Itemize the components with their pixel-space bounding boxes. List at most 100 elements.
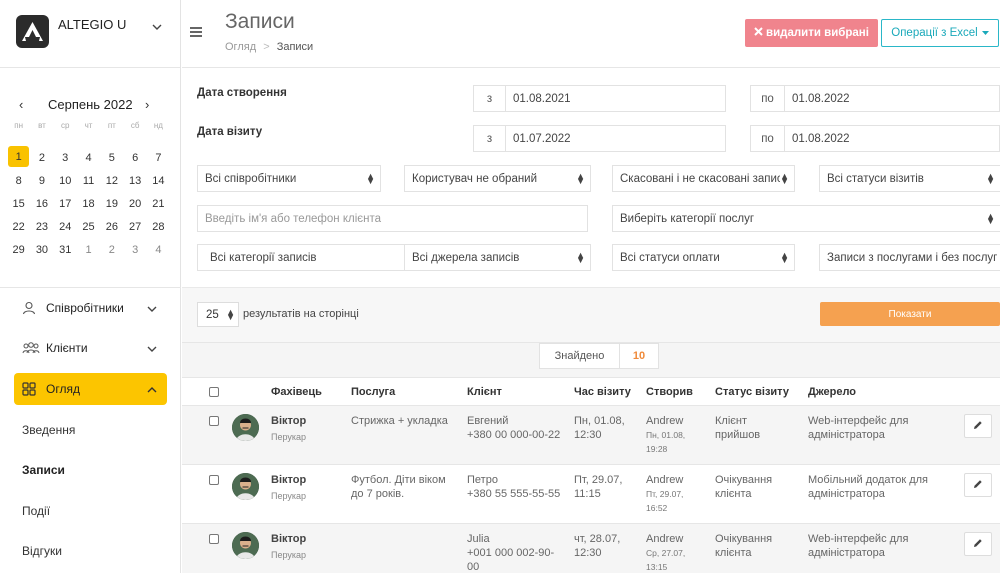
record-sources-select[interactable]: Всі джерела записів ▲ ▼ bbox=[404, 244, 591, 271]
calendar-day[interactable]: 30 bbox=[30, 238, 53, 261]
edit-button[interactable] bbox=[964, 473, 992, 497]
calendar-day[interactable]: 31 bbox=[54, 238, 77, 261]
calendar-header: ‹ Серпень 2022 › bbox=[0, 97, 181, 113]
calendar-day[interactable]: 14 bbox=[147, 169, 170, 192]
calendar-day[interactable]: 11 bbox=[77, 169, 100, 192]
client-name[interactable]: Julia bbox=[467, 532, 490, 546]
calendar-day[interactable]: 19 bbox=[100, 192, 123, 215]
specialist-name[interactable]: Віктор bbox=[271, 473, 306, 487]
calendar-day[interactable]: 1 bbox=[8, 146, 30, 167]
calendar-day[interactable]: 26 bbox=[100, 215, 123, 238]
calendar-day[interactable]: 12 bbox=[100, 169, 123, 192]
calendar-day[interactable]: 2 bbox=[100, 238, 123, 261]
calendar-day[interactable]: 7 bbox=[147, 146, 170, 169]
row-checkbox[interactable] bbox=[209, 475, 219, 485]
records-table: Фахівець Послуга Клієнт Час візиту Створ… bbox=[182, 377, 1000, 573]
calendar-next-button[interactable]: › bbox=[145, 97, 149, 112]
row-checkbox[interactable] bbox=[209, 534, 219, 544]
sidebar-subitem-reviews[interactable]: Відгуки bbox=[22, 544, 62, 558]
calendar-day[interactable]: 25 bbox=[77, 215, 100, 238]
column-header-specialist[interactable]: Фахівець bbox=[271, 386, 322, 398]
calendar-day[interactable]: 2 bbox=[30, 146, 53, 169]
specialist-name[interactable]: Віктор bbox=[271, 414, 306, 428]
table-row[interactable]: Віктор Перукар Julia +001 000 002-90- 00… bbox=[182, 524, 1000, 573]
user-select[interactable]: Користувач не обраний ▲ ▼ bbox=[404, 165, 591, 192]
per-page-select[interactable]: 25 ▲ ▼ bbox=[197, 302, 239, 327]
calendar-day[interactable]: 18 bbox=[77, 192, 100, 215]
table-row[interactable]: Віктор Перукар Футбол. Діти віком до 7 р… bbox=[182, 465, 1000, 524]
calendar-prev-button[interactable]: ‹ bbox=[19, 97, 23, 112]
column-header-source[interactable]: Джерело bbox=[808, 386, 856, 398]
column-header-service[interactable]: Послуга bbox=[351, 386, 395, 398]
menu-icon[interactable] bbox=[190, 24, 202, 40]
record-categories-select[interactable]: Всі категорії записів bbox=[197, 244, 405, 271]
calendar-day[interactable]: 4 bbox=[77, 146, 100, 169]
calendar-day[interactable]: 17 bbox=[54, 192, 77, 215]
select-arrows-icon: ▲ ▼ bbox=[226, 307, 235, 322]
visit-status: Клієнт bbox=[715, 415, 747, 427]
calendar-day[interactable]: 23 bbox=[30, 215, 53, 238]
calendar-day[interactable]: 9 bbox=[30, 169, 53, 192]
payment-status-select[interactable]: Всі статуси оплати ▲ ▼ bbox=[612, 244, 795, 271]
created-time: 13:15 bbox=[646, 562, 668, 572]
visit-to-input[interactable]: 01.08.2022 bbox=[784, 125, 1000, 152]
per-page-label: результатів на сторінці bbox=[243, 308, 359, 320]
show-button[interactable]: Показати bbox=[820, 302, 1000, 326]
calendar-day[interactable]: 3 bbox=[54, 146, 77, 169]
filters-panel: Дата створення з 01.08.2021 по 01.08.202… bbox=[182, 69, 1000, 287]
created-to-input[interactable]: 01.08.2022 bbox=[784, 85, 1000, 112]
table-row[interactable]: Віктор Перукар Стрижка + укладка Евгений… bbox=[182, 406, 1000, 465]
calendar-day[interactable]: 3 bbox=[123, 238, 146, 261]
visit-from-input[interactable]: 01.07.2022 bbox=[505, 125, 726, 152]
calendar-weekday: пн bbox=[14, 121, 24, 130]
created-date: Пн, 01.08, bbox=[646, 430, 686, 440]
visit-status-select[interactable]: Всі статуси візитів ▲ ▼ bbox=[819, 165, 1000, 192]
sidebar-subitem-records[interactable]: Записи bbox=[22, 463, 65, 477]
column-header-client[interactable]: Клієнт bbox=[467, 386, 502, 398]
sidebar-subitem-events[interactable]: Події bbox=[22, 504, 50, 518]
created-from-input[interactable]: 01.08.2021 bbox=[505, 85, 726, 112]
excel-operations-button[interactable]: Операції з Excel bbox=[881, 19, 999, 47]
row-checkbox[interactable] bbox=[209, 416, 219, 426]
client-name[interactable]: Петро bbox=[467, 473, 498, 487]
edit-button[interactable] bbox=[964, 532, 992, 556]
calendar-day[interactable]: 1 bbox=[77, 238, 100, 261]
calendar-day[interactable]: 15 bbox=[7, 192, 30, 215]
with-services-select[interactable]: Записи з послугами і без послуг bbox=[819, 244, 1000, 271]
client-search-input[interactable]: Введіть ім'я або телефон клієнта bbox=[197, 205, 588, 232]
sidebar-item-overview[interactable]: Огляд bbox=[14, 373, 167, 405]
select-arrows-icon: ▲ ▼ bbox=[780, 171, 789, 186]
calendar-day[interactable]: 24 bbox=[54, 215, 77, 238]
calendar-day[interactable]: 8 bbox=[7, 169, 30, 192]
sidebar-item-clients[interactable]: Клієнти bbox=[14, 332, 167, 364]
created-time: 16:52 bbox=[646, 503, 668, 513]
chevron-down-icon[interactable] bbox=[152, 18, 162, 36]
column-header-visit-time[interactable]: Час візиту bbox=[574, 386, 631, 398]
breadcrumb-root[interactable]: Огляд bbox=[225, 41, 256, 53]
calendar-day[interactable]: 16 bbox=[30, 192, 53, 215]
calendar-day[interactable]: 6 bbox=[123, 146, 146, 169]
calendar-day[interactable]: 20 bbox=[123, 192, 146, 215]
cancelled-select[interactable]: Скасовані і не скасовані записи ▲ ▼ bbox=[612, 165, 795, 192]
service-categories-select[interactable]: Виберіть категорії послуг ▲ ▼ bbox=[612, 205, 1000, 232]
brand-header[interactable]: ALTEGIO U bbox=[0, 0, 180, 68]
calendar-day[interactable]: 22 bbox=[7, 215, 30, 238]
specialist-name[interactable]: Віктор bbox=[271, 532, 306, 546]
sidebar-item-employees[interactable]: Співробітники bbox=[14, 292, 167, 324]
calendar-day[interactable]: 4 bbox=[147, 238, 170, 261]
calendar-day[interactable]: 21 bbox=[147, 192, 170, 215]
calendar-day[interactable]: 10 bbox=[54, 169, 77, 192]
select-all-checkbox[interactable] bbox=[209, 387, 219, 397]
sidebar-subitem-summary[interactable]: Зведення bbox=[22, 423, 75, 437]
calendar-day[interactable]: 29 bbox=[7, 238, 30, 261]
calendar-day[interactable]: 27 bbox=[123, 215, 146, 238]
delete-selected-button[interactable]: видалити вибрані bbox=[745, 19, 878, 47]
calendar-day[interactable]: 5 bbox=[100, 146, 123, 169]
column-header-visit-status[interactable]: Статус візиту bbox=[715, 386, 789, 398]
edit-button[interactable] bbox=[964, 414, 992, 438]
calendar-day[interactable]: 13 bbox=[123, 169, 146, 192]
calendar-day[interactable]: 28 bbox=[147, 215, 170, 238]
employees-select[interactable]: Всі співробітники ▲ ▼ bbox=[197, 165, 381, 192]
column-header-created-by[interactable]: Створив bbox=[646, 386, 693, 398]
client-name[interactable]: Евгений bbox=[467, 414, 508, 428]
